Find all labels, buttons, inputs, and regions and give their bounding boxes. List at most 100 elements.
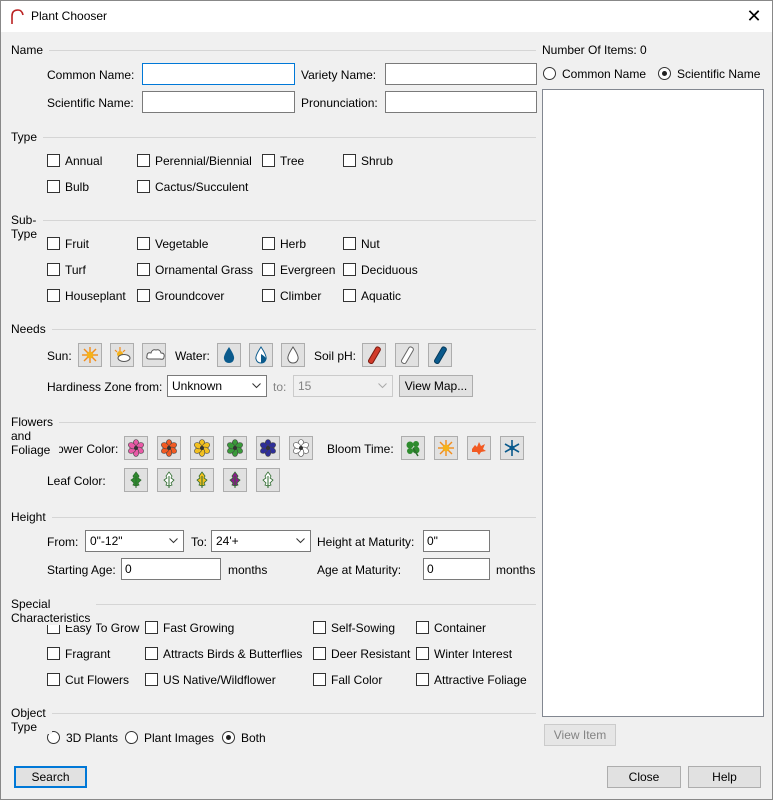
height-from-select[interactable]: 0"-12" xyxy=(85,530,184,552)
label-both: Both xyxy=(241,731,266,745)
height-maturity-input[interactable]: 0" xyxy=(423,530,490,552)
scientific-name-input[interactable] xyxy=(142,91,295,113)
pronunciation-input[interactable] xyxy=(385,91,537,113)
radio-both[interactable] xyxy=(222,731,235,744)
leaf-color-label: Leaf Color: xyxy=(47,474,106,488)
close-button[interactable]: Close xyxy=(607,766,681,788)
variety-name-label: Variety Name: xyxy=(301,68,377,82)
label-sort-scientific-name: Scientific Name xyxy=(677,67,761,81)
neutral-test-tube-icon[interactable] xyxy=(395,343,419,367)
height-to-select[interactable]: 24'+ xyxy=(211,530,311,552)
label-turf: Turf xyxy=(65,263,86,277)
leaf-color-purple-icon[interactable] xyxy=(223,468,247,492)
checkbox-us-native[interactable] xyxy=(145,673,158,686)
partial-sun-icon[interactable] xyxy=(110,343,134,367)
name-heading: Name xyxy=(11,43,50,57)
starting-age-input[interactable]: 0 xyxy=(121,558,221,580)
checkbox-bulb[interactable] xyxy=(47,180,60,193)
alkaline-test-tube-icon[interactable] xyxy=(428,343,452,367)
flower-color-yellow-icon[interactable] xyxy=(190,436,214,460)
checkbox-attracts-birds[interactable] xyxy=(145,647,158,660)
leaf-color-white-icon[interactable] xyxy=(157,468,181,492)
hardiness-from-select[interactable]: Unknown xyxy=(167,375,267,397)
label-fall-color: Fall Color xyxy=(331,673,383,687)
leaf-color-yellow-icon[interactable] xyxy=(190,468,214,492)
window-close-button[interactable]: ✕ xyxy=(742,5,766,27)
checkbox-climber[interactable] xyxy=(262,289,275,302)
checkbox-perennial[interactable] xyxy=(137,154,150,167)
checkbox-groundcover[interactable] xyxy=(137,289,150,302)
checkbox-self-sowing[interactable] xyxy=(313,621,326,634)
checkbox-vegetable[interactable] xyxy=(137,237,150,250)
radio-sort-scientific-name[interactable] xyxy=(658,67,671,80)
checkbox-fruit[interactable] xyxy=(47,237,60,250)
checkbox-fragrant[interactable] xyxy=(47,647,60,660)
label-winter-interest: Winter Interest xyxy=(434,647,513,661)
plant-chooser-dialog: Plant Chooser ✕ Name Common Name: Variet… xyxy=(0,0,773,800)
help-button[interactable]: Help xyxy=(688,766,761,788)
hardiness-to-select[interactable]: 15 xyxy=(293,375,393,397)
high-water-drop-icon[interactable] xyxy=(217,343,241,367)
checkbox-turf[interactable] xyxy=(47,263,60,276)
label-3d-plants: 3D Plants xyxy=(66,731,119,745)
checkbox-deer-resistant[interactable] xyxy=(313,647,326,660)
checkbox-winter-interest[interactable] xyxy=(416,647,429,660)
object-type-heading: Object Type xyxy=(11,706,52,734)
height-maturity-label: Height at Maturity: xyxy=(317,535,415,549)
checkbox-fast-growing[interactable] xyxy=(145,621,158,634)
flower-color-blue-icon[interactable] xyxy=(256,436,280,460)
variety-name-input[interactable] xyxy=(385,63,537,85)
search-button[interactable]: Search xyxy=(14,766,87,788)
shade-cloud-icon[interactable] xyxy=(142,343,166,367)
checkbox-tree[interactable] xyxy=(262,154,275,167)
checkbox-shrub[interactable] xyxy=(343,154,356,167)
checkbox-evergreen[interactable] xyxy=(262,263,275,276)
checkbox-herb[interactable] xyxy=(262,237,275,250)
height-to-value: 24'+ xyxy=(216,534,239,548)
common-name-input[interactable] xyxy=(142,63,295,85)
checkbox-ornamental-grass[interactable] xyxy=(137,263,150,276)
label-fragrant: Fragrant xyxy=(65,647,111,661)
flower-color-white-icon[interactable] xyxy=(289,436,313,460)
flower-color-green-icon[interactable] xyxy=(223,436,247,460)
leaf-color-green-icon[interactable] xyxy=(124,468,148,492)
label-plant-images: Plant Images xyxy=(144,731,215,745)
label-cut-flowers: Cut Flowers xyxy=(65,673,130,687)
water-label: Water: xyxy=(175,349,210,363)
checkbox-fall-color[interactable] xyxy=(313,673,326,686)
radio-sort-common-name[interactable] xyxy=(543,67,556,80)
fall-leaf-icon[interactable] xyxy=(467,436,491,460)
label-shrub: Shrub xyxy=(361,154,394,168)
summer-sun-icon[interactable] xyxy=(434,436,458,460)
checkbox-annual[interactable] xyxy=(47,154,60,167)
winter-snowflake-icon[interactable] xyxy=(500,436,524,460)
age-maturity-months-label: months xyxy=(496,563,536,577)
label-container: Container xyxy=(434,621,487,635)
radio-plant-images[interactable] xyxy=(125,731,138,744)
height-from-label: From: xyxy=(47,535,79,549)
checkbox-deciduous[interactable] xyxy=(343,263,356,276)
checkbox-aquatic[interactable] xyxy=(343,289,356,302)
flower-color-pink-icon[interactable] xyxy=(124,436,148,460)
view-map-button[interactable]: View Map... xyxy=(399,375,473,397)
checkbox-container[interactable] xyxy=(416,621,429,634)
results-list[interactable] xyxy=(542,89,764,717)
app-arch-icon xyxy=(10,9,24,27)
full-sun-icon[interactable] xyxy=(78,343,102,367)
age-maturity-input[interactable]: 0 xyxy=(423,558,490,580)
subtype-heading: Sub-Type xyxy=(11,213,44,241)
medium-water-drop-icon[interactable] xyxy=(249,343,273,367)
view-item-button[interactable]: View Item xyxy=(544,724,616,746)
checkbox-cut-flowers[interactable] xyxy=(47,673,60,686)
checkbox-attractive-foliage[interactable] xyxy=(416,673,429,686)
flower-color-orange-icon[interactable] xyxy=(157,436,181,460)
spring-flower-icon[interactable] xyxy=(401,436,425,460)
acidic-test-tube-icon[interactable] xyxy=(362,343,386,367)
checkbox-nut[interactable] xyxy=(343,237,356,250)
age-maturity-label: Age at Maturity: xyxy=(317,563,402,577)
checkbox-cactus[interactable] xyxy=(137,180,150,193)
leaf-color-white-2-icon[interactable] xyxy=(256,468,280,492)
checkbox-houseplant[interactable] xyxy=(47,289,60,302)
low-water-drop-icon[interactable] xyxy=(281,343,305,367)
label-aquatic: Aquatic xyxy=(361,289,402,303)
